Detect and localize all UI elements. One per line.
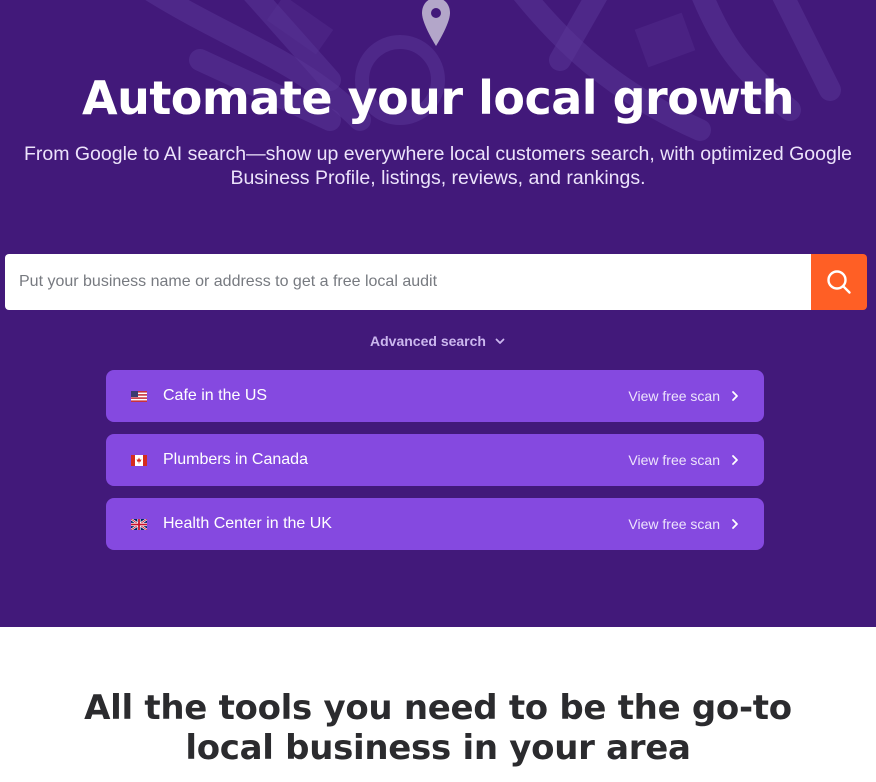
uk-flag-icon — [131, 518, 147, 530]
audit-search-bar — [5, 254, 867, 310]
us-flag-icon — [131, 390, 147, 402]
search-button[interactable] — [811, 254, 867, 310]
scan-item-canada-plumbers[interactable]: Plumbers in Canada View free scan — [106, 434, 764, 486]
hero-title: Automate your local growth — [81, 71, 795, 125]
scan-item-label: Cafe in the US — [163, 387, 268, 404]
chevron-down-icon — [495, 338, 505, 344]
sample-scan-list: Cafe in the US View free scan Plumbers i… — [106, 370, 764, 562]
advanced-search-toggle[interactable]: Advanced search — [0, 330, 876, 352]
search-icon — [827, 270, 851, 294]
scan-item-uk-health-center[interactable]: Health Center in the UK View free scan — [106, 498, 764, 550]
business-search-input[interactable] — [5, 254, 811, 310]
chevron-right-icon — [732, 391, 738, 401]
location-pin-icon — [422, 0, 450, 46]
view-free-scan-link[interactable]: View free scan — [628, 388, 720, 404]
hero-section: Automate your local growth From Google t… — [0, 0, 876, 627]
hero-subtitle: From Google to AI search—show up everywh… — [23, 143, 853, 189]
view-free-scan-link[interactable]: View free scan — [628, 452, 720, 468]
scan-item-label: Health Center in the UK — [163, 515, 332, 532]
view-free-scan-link[interactable]: View free scan — [628, 516, 720, 532]
chevron-right-icon — [732, 519, 738, 529]
tools-section-title: All the tools you need to be the go-to l… — [84, 688, 792, 768]
chevron-right-icon — [732, 455, 738, 465]
advanced-search-label: Advanced search — [370, 333, 486, 349]
scan-item-us-cafe[interactable]: Cafe in the US View free scan — [106, 370, 764, 422]
scan-item-label: Plumbers in Canada — [163, 451, 308, 468]
canada-flag-icon — [131, 454, 147, 466]
